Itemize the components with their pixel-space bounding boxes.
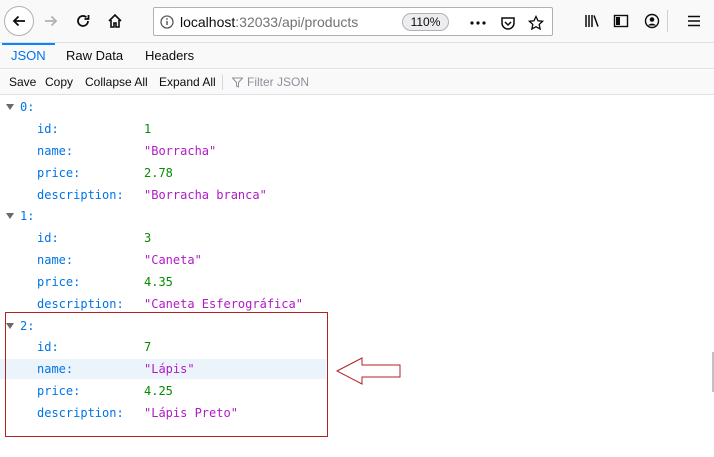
field-value: "Borracha branca" <box>144 188 267 202</box>
page-actions-icon[interactable] <box>468 13 488 33</box>
filter-icon <box>232 77 243 88</box>
url-bar[interactable]: localhost:32033/api/products 110% <box>153 7 553 36</box>
back-button[interactable] <box>4 6 34 36</box>
copy-button[interactable]: Copy <box>45 75 73 89</box>
info-icon[interactable] <box>154 14 180 29</box>
reload-button[interactable] <box>68 6 98 36</box>
expand-triangle-icon[interactable] <box>6 104 14 110</box>
tree-row[interactable]: name: "Borracha" <box>0 141 714 161</box>
url-path: :32033/api/products <box>235 13 359 30</box>
library-icon[interactable] <box>582 11 602 31</box>
browser-toolbar: localhost:32033/api/products 110% <box>0 0 714 43</box>
home-button[interactable] <box>100 6 130 36</box>
toolbar-divider <box>667 10 668 32</box>
tab-raw-data[interactable]: Raw Data <box>57 43 132 69</box>
highlight-box-annotation <box>5 312 328 437</box>
action-divider <box>222 75 223 90</box>
tree-row[interactable]: description: "Caneta Esferográfica" <box>0 294 714 314</box>
menu-icon[interactable] <box>684 11 704 31</box>
tree-row[interactable]: id: 3 <box>0 228 714 248</box>
url-host: localhost <box>180 13 236 30</box>
filter-json-input[interactable]: Filter JSON <box>232 75 309 89</box>
field-key: description: <box>37 188 124 202</box>
viewer-tabs: JSON Raw Data Headers <box>0 43 714 69</box>
save-button[interactable]: Save <box>9 75 36 89</box>
field-key: description: <box>37 297 124 311</box>
tab-json[interactable]: JSON <box>2 43 55 69</box>
callout-arrow-icon <box>336 357 401 385</box>
filter-placeholder: Filter JSON <box>247 75 310 89</box>
arrow-right-icon <box>45 15 58 27</box>
expand-all-button[interactable]: Expand All <box>159 75 216 89</box>
reload-icon <box>77 15 90 27</box>
tree-row[interactable]: name: "Caneta" <box>0 250 714 270</box>
field-value: 3 <box>144 231 152 245</box>
item-index: 0: <box>20 100 35 114</box>
field-value: "Caneta" <box>144 253 202 267</box>
home-icon <box>108 13 122 28</box>
bookmark-star-icon[interactable] <box>526 13 546 33</box>
field-key: id: <box>37 231 59 245</box>
field-key: name: <box>37 144 74 158</box>
tree-row[interactable]: price: 4.35 <box>0 272 714 292</box>
tree-row[interactable]: price: 2.78 <box>0 163 714 183</box>
field-key: price: <box>37 166 81 180</box>
tree-row-item-1[interactable]: 1: <box>0 206 714 226</box>
json-action-bar: Save Copy Collapse All Expand All Filter… <box>0 70 714 95</box>
pocket-icon[interactable] <box>498 13 518 33</box>
collapse-all-button[interactable]: Collapse All <box>85 75 148 89</box>
tree-row[interactable]: id: 1 <box>0 119 714 139</box>
arrow-left-icon <box>12 15 25 27</box>
tree-row-item-0[interactable]: 0: <box>0 97 714 117</box>
account-icon[interactable] <box>642 11 662 31</box>
item-index: 1: <box>20 209 35 223</box>
expand-triangle-icon[interactable] <box>6 213 14 219</box>
field-value: "Borracha" <box>144 144 217 158</box>
field-value: 2.78 <box>144 166 173 180</box>
field-value: 4.35 <box>144 275 173 289</box>
field-value: "Caneta Esferográfica" <box>144 297 303 311</box>
zoom-level-badge[interactable]: 110% <box>402 13 449 31</box>
tree-row[interactable]: description: "Borracha branca" <box>0 185 714 205</box>
field-key: price: <box>37 275 81 289</box>
field-key: id: <box>37 122 59 136</box>
sidebar-icon[interactable] <box>611 11 631 31</box>
forward-button[interactable] <box>36 6 66 36</box>
tab-headers[interactable]: Headers <box>136 43 203 69</box>
url-text[interactable]: localhost:32033/api/products <box>180 14 552 30</box>
field-key: name: <box>37 253 74 267</box>
field-value: 1 <box>144 122 152 136</box>
